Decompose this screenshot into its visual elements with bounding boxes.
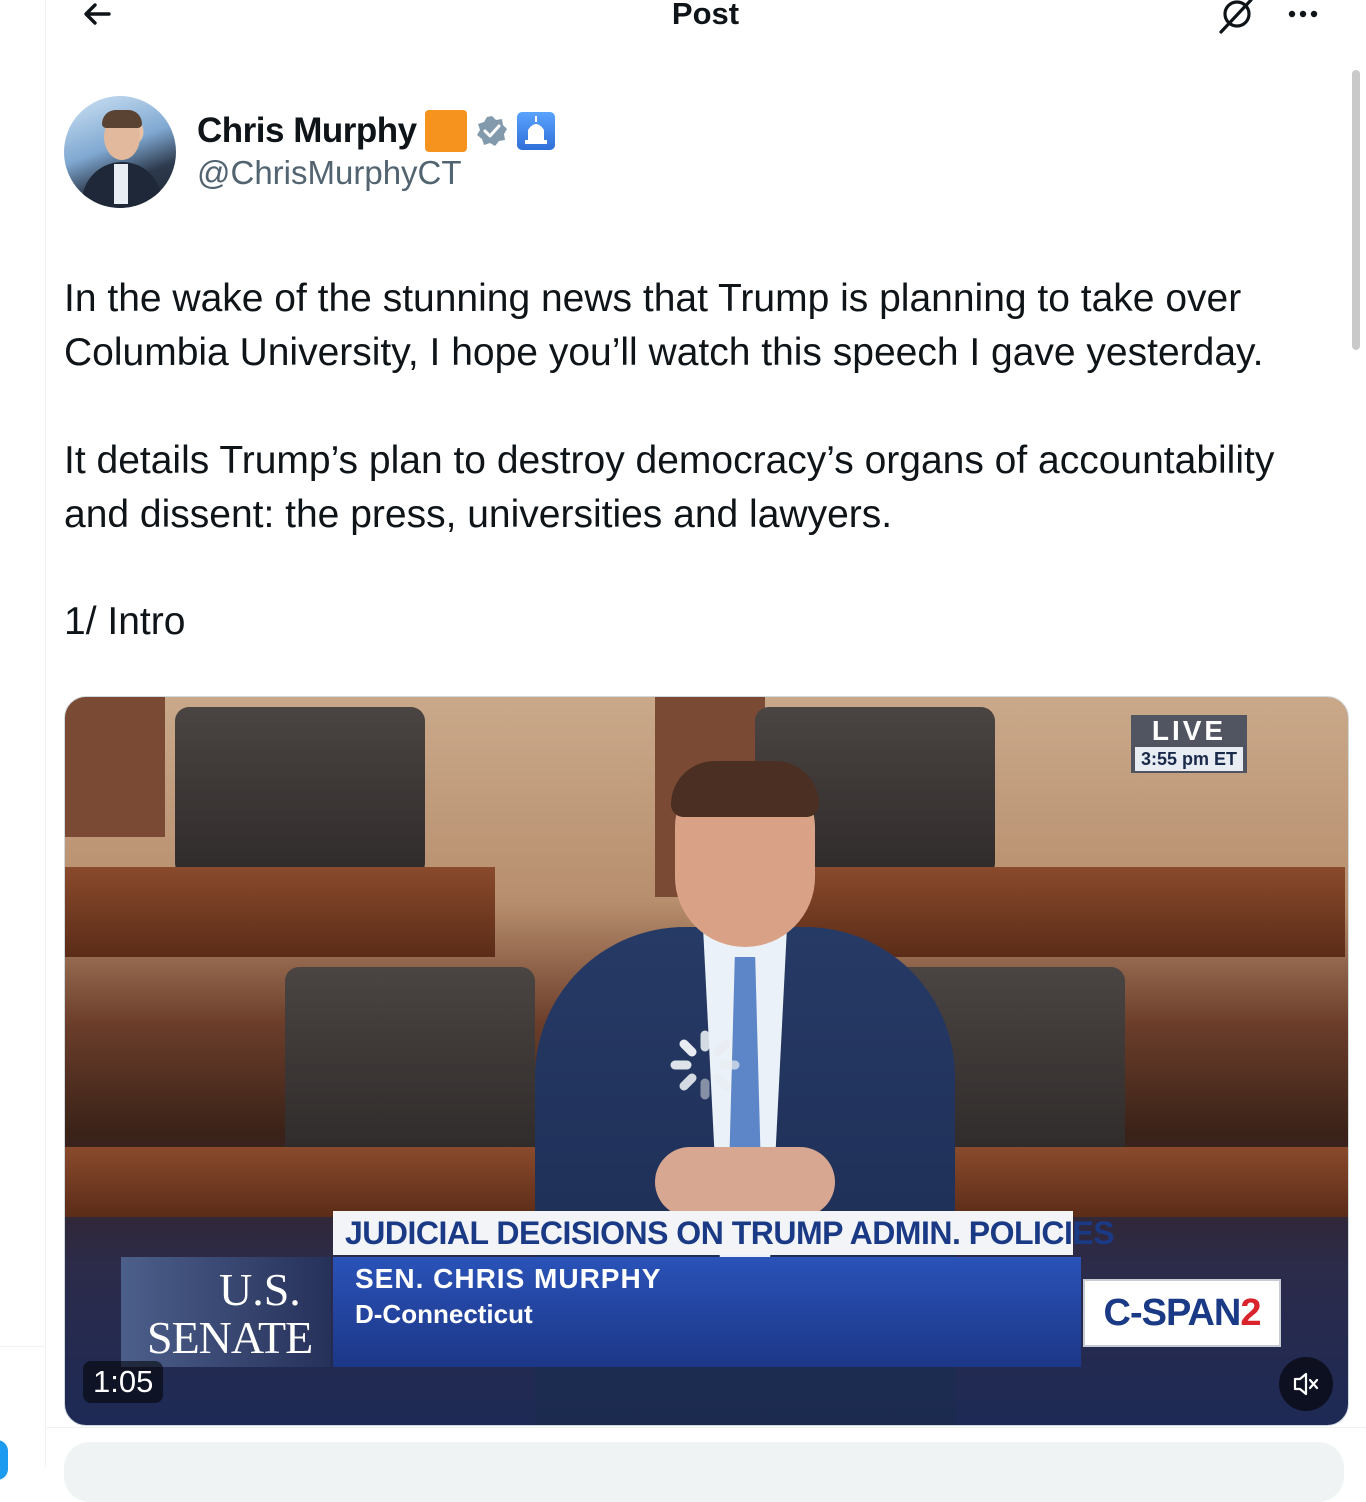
post-paragraph: It details Trump’s plan to destroy democ… xyxy=(64,439,1275,536)
lower-third-speaker: SEN. CHRIS MURPHY xyxy=(355,1263,662,1294)
reply-bar[interactable] xyxy=(64,1442,1344,1502)
author-handle[interactable]: @ChrisMurphyCT xyxy=(197,154,462,192)
video-duration: 1:05 xyxy=(83,1361,164,1403)
capitol-icon[interactable] xyxy=(516,112,555,150)
post-paragraph: In the wake of the stunning news that Tr… xyxy=(64,277,1264,374)
author-name-line: Chris Murphy xyxy=(197,108,555,154)
rail-divider xyxy=(0,1346,45,1347)
scrollbar[interactable] xyxy=(1352,70,1360,350)
scene-desk xyxy=(65,867,495,957)
cspan2-logo: C-SPAN2 xyxy=(1083,1279,1281,1347)
video-player[interactable]: LIVE 3:55 pm ET JUDICIAL DECISIONS ON TR… xyxy=(64,696,1349,1426)
left-rail xyxy=(0,0,46,1480)
scene-panel xyxy=(65,697,165,837)
compose-button-edge[interactable] xyxy=(0,1440,8,1480)
author-name[interactable]: Chris Murphy xyxy=(197,111,417,151)
avatar[interactable] xyxy=(64,96,176,208)
post-text: In the wake of the stunning news that Tr… xyxy=(64,272,1344,643)
us-senate-logo: U.S. SENATE xyxy=(121,1257,331,1367)
scene-chair xyxy=(285,967,535,1157)
live-badge: LIVE 3:55 pm ET xyxy=(1131,715,1247,773)
grok-icon[interactable] xyxy=(1215,0,1259,38)
lower-third-headline: JUDICIAL DECISIONS ON TRUMP ADMIN. POLIC… xyxy=(333,1211,1115,1255)
loading-spinner-icon xyxy=(670,1030,740,1100)
post-header: Post xyxy=(45,0,1366,40)
orange-square-icon xyxy=(424,110,467,152)
live-time: 3:55 pm ET xyxy=(1135,747,1243,771)
post-paragraph: 1/ Intro xyxy=(64,600,186,643)
verified-icon[interactable] xyxy=(475,114,509,148)
divider xyxy=(45,1427,1366,1428)
scene-chair xyxy=(175,707,425,877)
mute-icon[interactable] xyxy=(1279,1357,1333,1411)
page-title: Post xyxy=(671,0,740,31)
live-label: LIVE xyxy=(1151,715,1227,746)
more-icon[interactable] xyxy=(1281,0,1325,38)
lower-third-party-state: D-Connecticut xyxy=(355,1299,533,1329)
